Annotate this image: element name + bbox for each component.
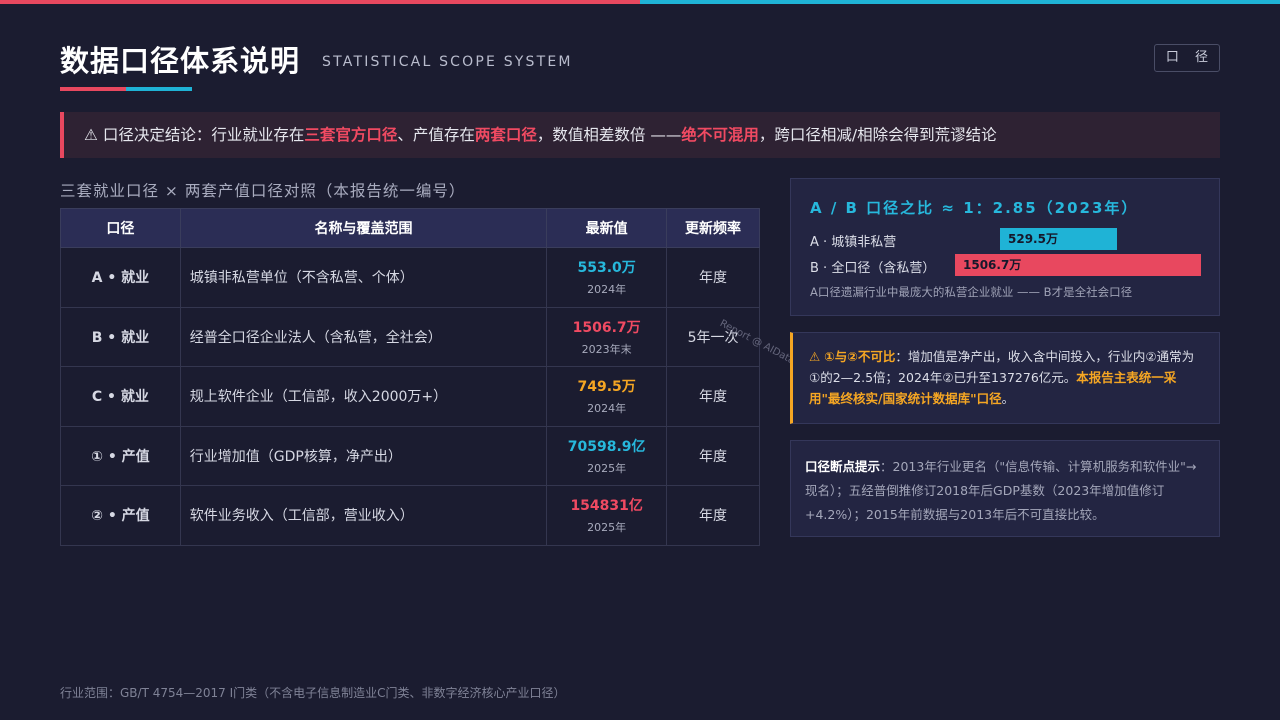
header-latest-value: 最新值 [546,208,668,248]
warning-lead: ①与②不可比 [824,349,896,364]
alert-text-3: ，数值相差数倍 —— [536,126,682,144]
ratio-panel: A / B 口径之比 ≈ 1：2.85（2023年） A · 城镇非私营 529… [790,178,1220,316]
alert-highlight-1: 三套官方口径 [304,126,398,144]
value-number: 749.5万 [577,379,636,396]
value-year: 2024年 [587,402,627,416]
warning-icon: ⚠ [809,349,821,364]
table-row: B • 就业 经普全口径企业法人（含私营，全社会） 1506.7万 2023年末 … [60,306,760,367]
value-number: 1506.7万 [572,319,641,336]
ratio-bar-a: 529.5万 [1000,228,1117,250]
comparability-warning: ⚠ ①与②不可比：增加值是净产出，收入含中间投入，行业内②通常为①的2—2.5倍… [790,332,1220,424]
row-description: 城镇非私营单位（不含私营、个体） [179,247,548,308]
value-year: 2023年末 [581,342,632,356]
row-latest-value: 749.5万 2024年 [546,366,668,427]
header-scope: 口径 [60,208,181,248]
value-year: 2024年 [587,283,627,297]
breakpoint-note: 口径断点提示：2013年行业更名（"信息传输、计算机服务和软件业"→现名）；五经… [790,440,1220,537]
table-section-title: 三套就业口径 × 两套产值口径对照（本报告统一编号） [60,182,466,200]
title-underline-cyan [126,87,192,91]
row-description: 经普全口径企业法人（含私营，全社会） [179,306,548,367]
row-frequency: 年度 [666,485,760,546]
alert-text-4: ，跨口径相减/相除会得到荒谬结论 [758,126,997,144]
row-description: 行业增加值（GDP核算，净产出） [179,425,548,486]
warning-end: 。 [1001,391,1015,406]
row-scope-id: ② • 产值 [60,485,181,546]
warning-icon: ⚠ [84,126,98,144]
ratio-title: A / B 口径之比 ≈ 1：2.85（2023年） [810,199,1139,217]
top-accent-bar [0,0,1280,4]
ratio-bar-b: 1506.7万 [955,254,1201,276]
top-accent-cyan [640,0,1280,4]
value-number: 70598.9亿 [567,438,646,455]
top-accent-red [0,0,640,4]
alert-highlight-3: 绝不可混用 [681,126,759,144]
ratio-bar-b-value: 1506.7万 [963,258,1022,272]
breakpoint-lead: 口径断点提示 [805,459,881,474]
row-description: 规上软件企业（工信部，收入2000万+） [179,366,548,427]
page-title: 数据口径体系说明 [60,44,301,78]
alert-text-1: 口径决定结论：行业就业存在 [97,126,305,144]
row-frequency: 年度 [666,366,760,427]
title-underline-red [60,87,126,91]
table-header-row: 口径 名称与覆盖范围 最新值 更新频率 [60,208,760,248]
page-subtitle: STATISTICAL SCOPE SYSTEM [322,54,573,70]
row-scope-id: A • 就业 [60,247,181,308]
value-year: 2025年 [587,461,627,475]
value-number: 154831亿 [570,498,643,515]
row-scope-id: ① • 产值 [60,425,181,486]
alert-highlight-2: 两套口径 [474,126,537,144]
alert-banner: ⚠ 口径决定结论：行业就业存在三套官方口径、产值存在两套口径，数值相差数倍 ——… [60,112,1220,158]
table-row: C • 就业 规上软件企业（工信部，收入2000万+） 749.5万 2024年 … [60,366,760,427]
row-latest-value: 154831亿 2025年 [546,485,668,546]
ratio-label-b: B · 全口径（含私营） [810,261,936,276]
ratio-note: A口径遗漏行业中最庞大的私营企业就业 —— B才是全社会口径 [810,285,1133,299]
alert-text-2: 、产值存在 [397,126,475,144]
header-name-range: 名称与覆盖范围 [179,208,548,248]
footer-note: 行业范围：GB/T 4754—2017 I门类（不含电子信息制造业C门类、非数字… [60,686,566,700]
row-scope-id: B • 就业 [60,306,181,367]
row-frequency: 年度 [666,247,760,308]
ratio-bar-a-value: 529.5万 [1008,232,1058,246]
row-frequency: 年度 [666,425,760,486]
table-row: A • 就业 城镇非私营单位（不含私营、个体） 553.0万 2024年 年度 [60,247,760,308]
value-number: 553.0万 [577,260,636,277]
row-latest-value: 553.0万 2024年 [546,247,668,308]
value-year: 2025年 [587,521,627,535]
row-latest-value: 70598.9亿 2025年 [546,425,668,486]
scope-table: 口径 名称与覆盖范围 最新值 更新频率 A • 就业 城镇非私营单位（不含私营、… [60,208,760,546]
title-underline [60,87,192,91]
scope-tag-button[interactable]: 口 径 [1154,44,1220,72]
table-row: ① • 产值 行业增加值（GDP核算，净产出） 70598.9亿 2025年 年度 [60,425,760,486]
row-latest-value: 1506.7万 2023年末 [546,306,668,367]
ratio-label-a: A · 城镇非私营 [810,235,897,250]
row-scope-id: C • 就业 [60,366,181,427]
table-row: ② • 产值 软件业务收入（工信部，营业收入） 154831亿 2025年 年度 [60,485,760,546]
row-description: 软件业务收入（工信部，营业收入） [179,485,548,546]
header-update-frequency: 更新频率 [666,208,760,248]
